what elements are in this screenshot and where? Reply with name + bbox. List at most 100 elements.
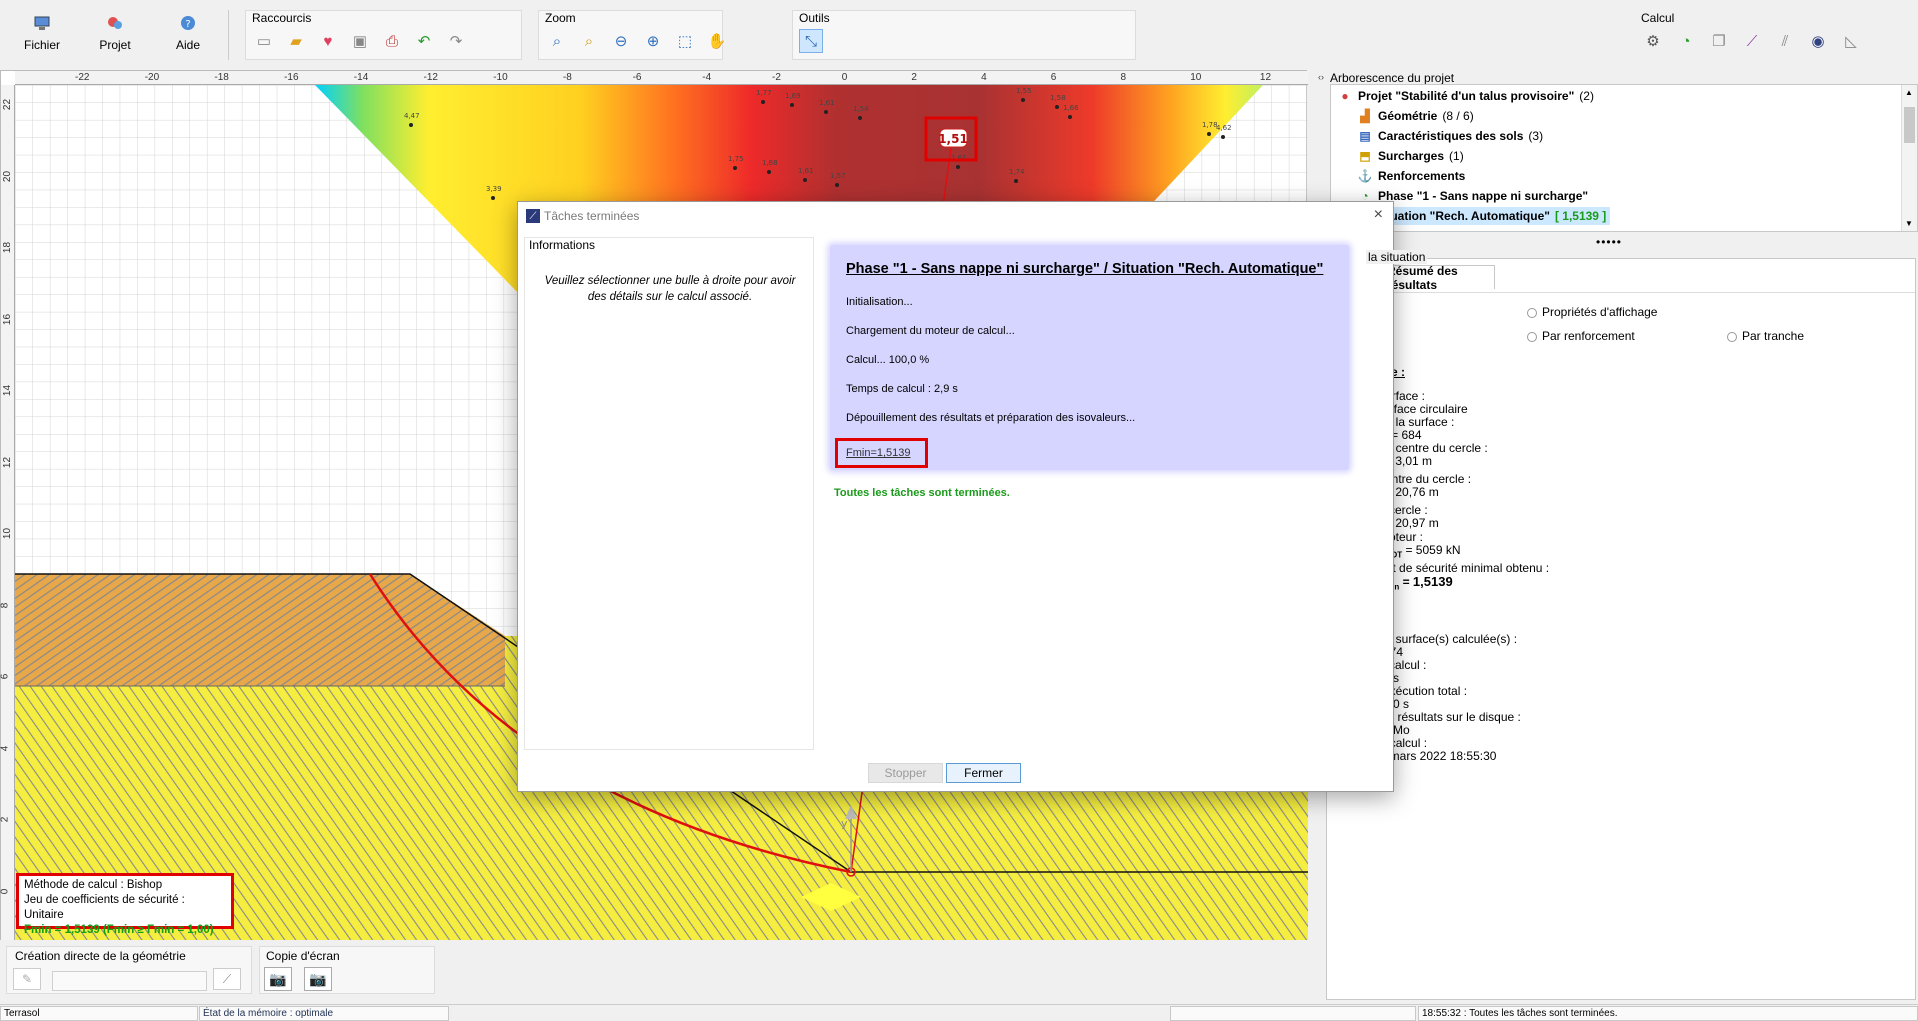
tree-item-soils[interactable]: ▤ Caractéristiques des sols (3) <box>1357 127 1543 145</box>
zoom-window-icon[interactable]: ⌕ <box>577 29 601 53</box>
bubble-label[interactable]: 1,54 <box>853 105 869 113</box>
favorite-icon[interactable]: ♥ <box>316 29 340 53</box>
bubble-label[interactable]: 1,61 <box>798 167 814 175</box>
eraser-icon[interactable]: ✎ <box>13 968 41 990</box>
radio-circle <box>1727 331 1737 342</box>
bubble-point[interactable] <box>858 116 862 120</box>
bubble-label[interactable]: 1,75 <box>728 155 744 163</box>
save-icon[interactable]: ▣ <box>348 29 372 53</box>
bubble-point[interactable] <box>803 178 807 182</box>
bubble-point[interactable] <box>1207 132 1211 136</box>
bubble-point[interactable] <box>1021 98 1025 102</box>
project-menu-button[interactable]: Projet <box>83 14 147 52</box>
bubble-label[interactable]: 1,68 <box>762 159 778 167</box>
mot-value: = 5059 kN <box>1405 543 1461 557</box>
bubble-point[interactable] <box>824 110 828 114</box>
help-icon: ? <box>181 16 195 30</box>
bubble-point[interactable] <box>733 166 737 170</box>
close-button[interactable]: Fermer <box>946 763 1021 783</box>
bubble-label[interactable]: 1,58 <box>1050 94 1066 102</box>
project-icon <box>108 17 122 29</box>
y-tick-label: 0 <box>0 888 11 894</box>
slope-icon[interactable]: ◺ <box>1839 29 1863 53</box>
surcharges-count: (1) <box>1449 149 1464 163</box>
tree-item-reinforcements[interactable]: ⚓ Renforcements <box>1357 167 1466 185</box>
bubble-point[interactable] <box>956 165 960 169</box>
calc-batch-icon[interactable]: ❐ <box>1707 29 1731 53</box>
measure-tool-icon[interactable]: ⤡ <box>799 29 823 53</box>
done-message: Toutes les tâches sont terminées. <box>834 487 1010 499</box>
collapse-arrows-icon[interactable]: ‹› <box>1318 72 1326 92</box>
scroll-up-icon[interactable]: ▲ <box>1905 88 1913 97</box>
bubble-label[interactable]: 1,69 <box>785 92 801 100</box>
bubble-point[interactable] <box>1014 179 1018 183</box>
lines-icon[interactable]: ⫽ <box>1773 29 1797 53</box>
close-icon[interactable]: × <box>1374 206 1383 224</box>
print-icon[interactable]: ⎙ <box>380 29 404 53</box>
new-file-icon[interactable]: ▭ <box>252 29 276 53</box>
bubble-point[interactable] <box>767 170 771 174</box>
file-menu-button[interactable]: Fichier <box>10 14 74 52</box>
bubble-point[interactable] <box>491 196 495 200</box>
bubble-label[interactable]: 1,74 <box>1009 168 1025 176</box>
radio-by-slice[interactable]: Par tranche <box>1727 329 1804 343</box>
tree-item-situation[interactable]: Situation "Rech. Automatique" [ 1,5139 ] <box>1375 207 1611 225</box>
radio-by-reinforcement[interactable]: Par renforcement <box>1527 329 1635 343</box>
bubble-label[interactable]: 3,39 <box>486 185 502 193</box>
stop-button[interactable]: Stopper <box>868 763 943 783</box>
screenshot-group-title: Copie d'écran <box>266 949 340 963</box>
info-pane: Informations Veuillez sélectionner une b… <box>524 237 814 750</box>
help-menu-button[interactable]: ? Aide <box>156 14 220 52</box>
bubble-label[interactable]: 1,61 <box>819 99 835 107</box>
undo-icon[interactable]: ↶ <box>412 29 436 53</box>
status-bar: Terrasol État de la mémoire : optimale 1… <box>0 1004 1918 1021</box>
geometry-group: Création directe de la géométrie ✎ ⟋ <box>6 946 252 994</box>
open-folder-icon[interactable]: ▰ <box>284 29 308 53</box>
redo-icon[interactable]: ↷ <box>444 29 468 53</box>
ribbon: Fichier Projet ? Aide Raccourcis ▭ ▰ ♥ ▣… <box>0 0 1918 68</box>
bubble-label[interactable]: 1,66 <box>1063 104 1079 112</box>
scroll-thumb[interactable] <box>1904 107 1915 143</box>
tree-item-project[interactable]: ● Projet "Stabilité d'un talus provisoir… <box>1337 87 1594 105</box>
screenshot-save-icon[interactable]: 📷 <box>304 967 332 991</box>
screenshot-copy-icon[interactable]: 📷 <box>264 967 292 991</box>
tree-item-surcharges[interactable]: ⬒ Surcharges (1) <box>1357 147 1464 165</box>
pan-icon[interactable]: ✋ <box>705 29 729 53</box>
splitter-handle[interactable]: ••••• <box>1596 235 1622 249</box>
bubble-point[interactable] <box>1068 115 1072 119</box>
bubble-label[interactable]: 4,47 <box>404 112 420 120</box>
zoom-select-icon[interactable]: ⬚ <box>673 29 697 53</box>
bubble-point[interactable] <box>1055 105 1059 109</box>
fmin-link[interactable]: Fmin=1,5139 <box>846 447 911 459</box>
calc-settings-icon[interactable]: ⚙ <box>1641 29 1665 53</box>
bubble-label[interactable]: 4,62 <box>1216 124 1232 132</box>
zoom-in-icon[interactable]: ⊕ <box>641 29 665 53</box>
bubble-label[interactable]: 1,77 <box>756 89 772 97</box>
bubble-point[interactable] <box>835 183 839 187</box>
bubble-label[interactable]: 1,55 <box>1016 87 1032 95</box>
y-axis-label: y <box>841 817 848 830</box>
bubble-label[interactable]: 1,57 <box>830 172 846 180</box>
y-tick-label: 20 <box>2 170 14 182</box>
bubble-point[interactable] <box>409 123 413 127</box>
geometry-input[interactable] <box>52 971 207 991</box>
phase-box[interactable]: Phase "1 - Sans nappe ni surcharge" / Si… <box>830 245 1349 470</box>
draw-geometry-icon[interactable]: ⟋ <box>213 968 241 990</box>
zoom-fit-icon[interactable]: ⌕ <box>545 29 569 53</box>
bubble-point[interactable] <box>790 103 794 107</box>
zoom-out-icon[interactable]: ⊖ <box>609 29 633 53</box>
dialog-title: Tâches terminées <box>544 209 640 223</box>
scroll-down-icon[interactable]: ▼ <box>1905 219 1913 228</box>
step-time: Temps de calcul : 2,9 s <box>846 383 958 395</box>
project-tree[interactable]: ● Projet "Stabilité d'un talus provisoir… <box>1330 84 1918 232</box>
curve-icon[interactable]: ⟋ <box>1740 29 1764 53</box>
bubble-point[interactable] <box>1221 135 1225 139</box>
radio-display-props[interactable]: Propriétés d'affichage <box>1527 305 1657 319</box>
bubble-point[interactable] <box>761 100 765 104</box>
calc-run-icon[interactable]: ◔ <box>1674 29 1698 53</box>
tree-scrollbar[interactable]: ▲ ▼ <box>1901 85 1917 231</box>
sphere-icon[interactable]: ◉ <box>1806 29 1830 53</box>
x-tick-label: 4 <box>981 72 987 83</box>
tree-item-geometry[interactable]: ▟ Géométrie (8 / 6) <box>1357 107 1473 125</box>
soils-label: Caractéristiques des sols <box>1378 129 1524 143</box>
